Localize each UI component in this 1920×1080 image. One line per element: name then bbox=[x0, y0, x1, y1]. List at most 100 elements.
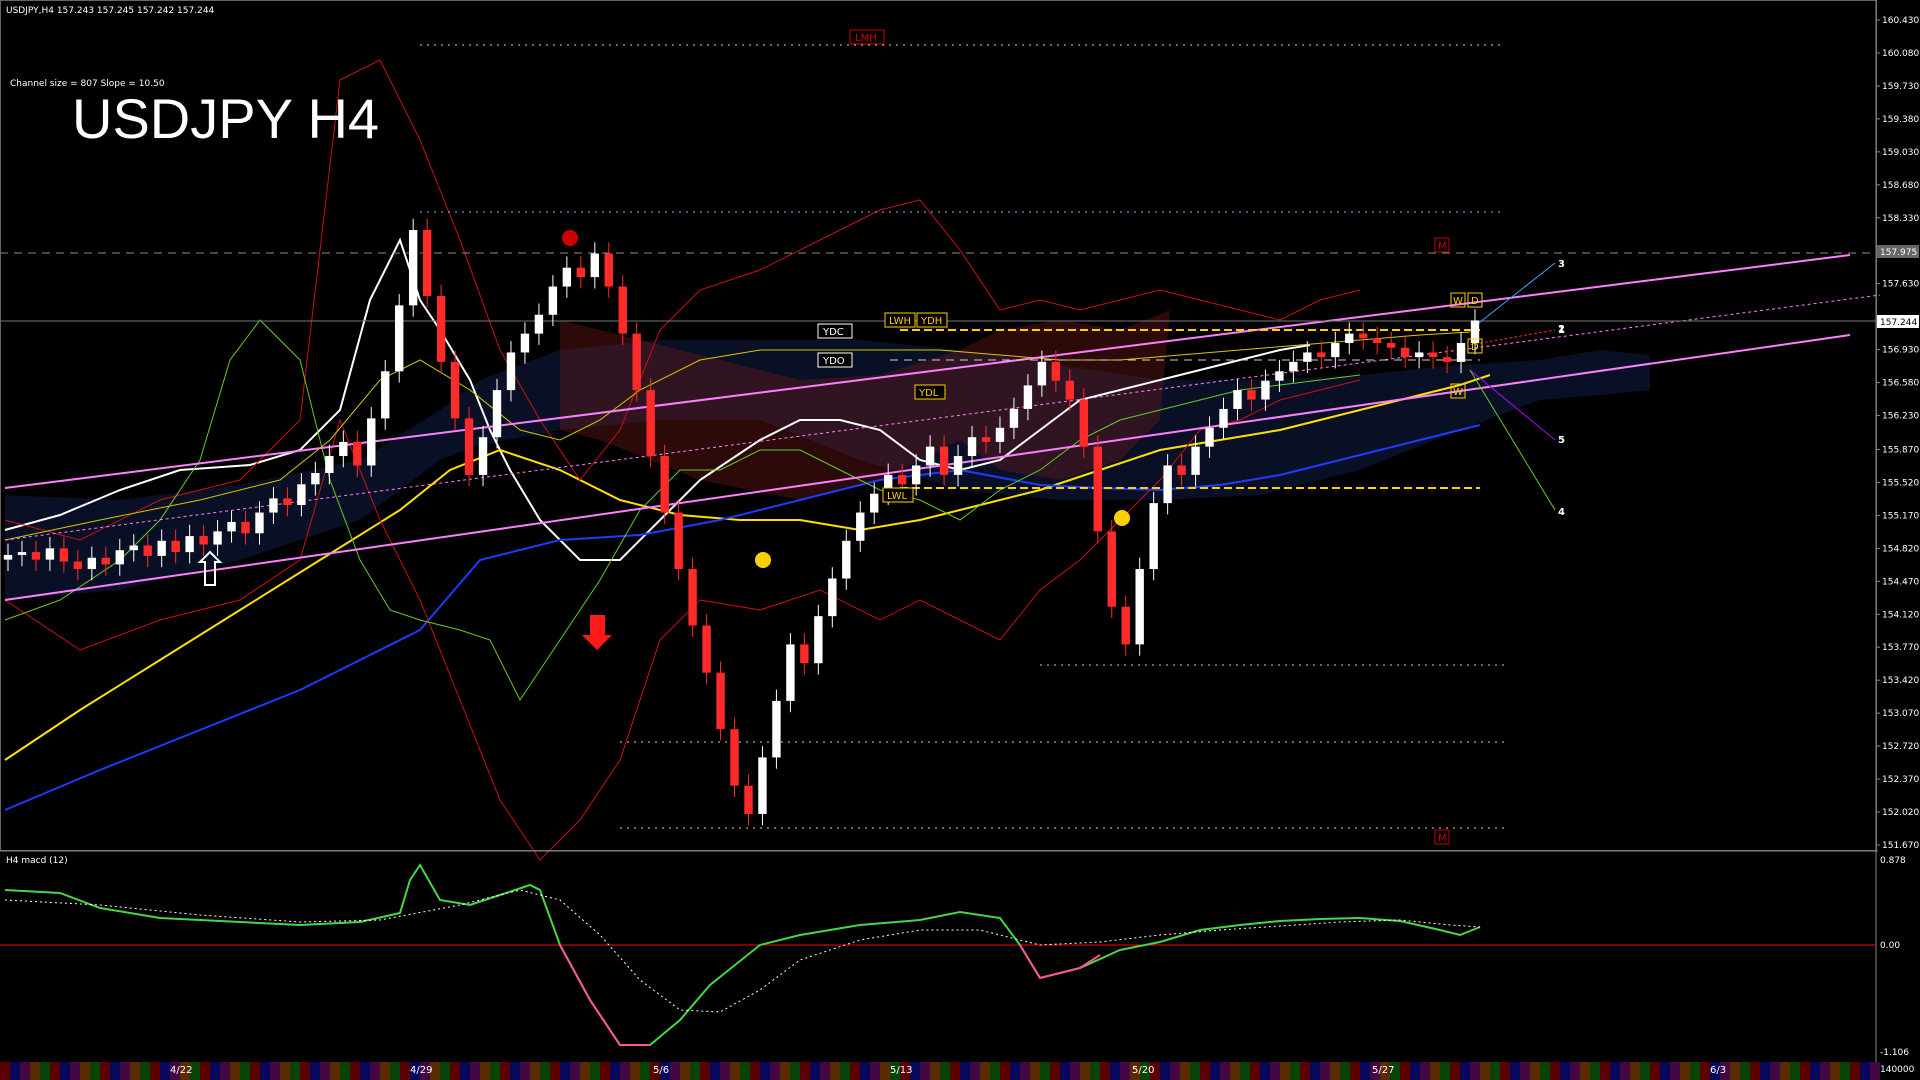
y-tick-label: 158.680 bbox=[1882, 181, 1919, 191]
date-strip-segment bbox=[1590, 1062, 1600, 1080]
date-strip-segment bbox=[1680, 1062, 1690, 1080]
date-strip-segment bbox=[220, 1062, 230, 1080]
date-strip-segment bbox=[640, 1062, 650, 1080]
candle-body bbox=[856, 512, 865, 541]
candle-body bbox=[1442, 357, 1452, 362]
date-strip-segment bbox=[580, 1062, 590, 1080]
date-strip-segment bbox=[1660, 1062, 1670, 1080]
candle-body bbox=[1331, 343, 1340, 358]
date-strip-segment bbox=[250, 1062, 260, 1080]
date-strip-segment bbox=[1050, 1062, 1060, 1080]
candle-body bbox=[660, 456, 669, 513]
date-strip-segment bbox=[1700, 1062, 1710, 1080]
candle-body bbox=[422, 230, 432, 296]
tag-m-bottom: M bbox=[1438, 833, 1447, 844]
candle-body bbox=[828, 578, 837, 617]
date-strip-segment bbox=[1860, 1062, 1870, 1080]
candle-body bbox=[408, 230, 418, 306]
date-strip-segment bbox=[210, 1062, 220, 1080]
date-strip-segment bbox=[870, 1062, 880, 1080]
date-strip-segment bbox=[1770, 1062, 1780, 1080]
candle-body bbox=[534, 314, 544, 334]
y-tick-label: 159.730 bbox=[1882, 82, 1919, 92]
date-strip-segment bbox=[50, 1062, 60, 1080]
date-strip-segment bbox=[860, 1062, 870, 1080]
date-strip-segment bbox=[1470, 1062, 1480, 1080]
date-strip-segment bbox=[20, 1062, 30, 1080]
date-strip-segment bbox=[620, 1062, 630, 1080]
date-strip-segment bbox=[1110, 1062, 1120, 1080]
tag-ydc: YDC bbox=[822, 327, 844, 338]
candle-body bbox=[604, 253, 613, 287]
date-strip-segment bbox=[260, 1062, 270, 1080]
date-strip-segment bbox=[1310, 1062, 1320, 1080]
tag-w-low: W bbox=[1453, 387, 1463, 398]
candle-body bbox=[1149, 503, 1158, 570]
chart-title: USDJPY H4 bbox=[72, 87, 379, 150]
date-strip-segment bbox=[710, 1062, 720, 1080]
date-strip-segment bbox=[1490, 1062, 1500, 1080]
candle-body bbox=[576, 267, 586, 278]
candle-body bbox=[911, 465, 921, 485]
candle-body bbox=[590, 253, 599, 278]
candle-body bbox=[1065, 380, 1075, 400]
date-strip-segment bbox=[240, 1062, 250, 1080]
candle-body bbox=[674, 512, 683, 570]
date-strip-segment bbox=[310, 1062, 320, 1080]
candle-body bbox=[1456, 343, 1466, 362]
date-strip-segment bbox=[830, 1062, 840, 1080]
date-strip-segment bbox=[770, 1062, 780, 1080]
date-strip-segment bbox=[1610, 1062, 1620, 1080]
x-tick: 6/3 bbox=[1710, 1065, 1726, 1076]
date-strip bbox=[0, 1062, 1880, 1080]
candle-body bbox=[1428, 352, 1438, 358]
date-strip-segment bbox=[490, 1062, 500, 1080]
candle-body bbox=[1400, 347, 1410, 358]
date-strip-segment bbox=[200, 1062, 210, 1080]
candle-body bbox=[436, 295, 446, 362]
candle-body bbox=[1205, 427, 1214, 447]
x-tick: 4/29 bbox=[410, 1065, 432, 1076]
date-strip-segment bbox=[270, 1062, 280, 1080]
y-tick-label: 152.720 bbox=[1882, 742, 1919, 752]
candle-body bbox=[381, 371, 390, 419]
y-tick-label: 155.170 bbox=[1882, 511, 1919, 521]
date-strip-segment bbox=[60, 1062, 70, 1080]
candle-body bbox=[143, 545, 152, 556]
y-tick-label: 156.930 bbox=[1882, 346, 1919, 356]
date-strip-segment bbox=[940, 1062, 950, 1080]
date-strip-segment bbox=[1280, 1062, 1290, 1080]
date-strip-segment bbox=[1580, 1062, 1590, 1080]
date-strip-segment bbox=[1300, 1062, 1310, 1080]
date-strip-segment bbox=[990, 1062, 1000, 1080]
date-strip-segment bbox=[1330, 1062, 1340, 1080]
marked-price-badge: 157.975 bbox=[1880, 248, 1917, 258]
y-tick-label: 160.430 bbox=[1882, 16, 1919, 26]
date-strip-segment bbox=[1160, 1062, 1170, 1080]
date-strip-segment bbox=[1620, 1062, 1630, 1080]
candle-body bbox=[297, 484, 306, 506]
date-strip-segment bbox=[460, 1062, 470, 1080]
candle-body bbox=[1373, 338, 1382, 344]
date-strip-segment bbox=[1430, 1062, 1440, 1080]
candle-body bbox=[897, 474, 907, 485]
date-strip-segment bbox=[1350, 1062, 1360, 1080]
tag-lwh: LWH bbox=[889, 316, 911, 327]
date-strip-segment bbox=[820, 1062, 830, 1080]
date-strip-segment bbox=[1030, 1062, 1040, 1080]
date-strip-segment bbox=[1850, 1062, 1860, 1080]
x-tick: 5/27 bbox=[1372, 1065, 1394, 1076]
macd-panel bbox=[0, 863, 1876, 1046]
candle-body bbox=[1303, 352, 1312, 362]
y-tick-label: 152.020 bbox=[1882, 808, 1919, 818]
date-strip-segment bbox=[1510, 1062, 1520, 1080]
candle-body bbox=[1135, 569, 1144, 645]
candle-body bbox=[1051, 361, 1061, 381]
date-strip-segment bbox=[810, 1062, 820, 1080]
date-strip-segment bbox=[1120, 1062, 1130, 1080]
date-strip-segment bbox=[1270, 1062, 1280, 1080]
proj-3: 3 bbox=[1558, 259, 1565, 270]
tag-m-top: M bbox=[1438, 241, 1447, 252]
date-strip-segment bbox=[740, 1062, 750, 1080]
date-strip-segment bbox=[750, 1062, 760, 1080]
